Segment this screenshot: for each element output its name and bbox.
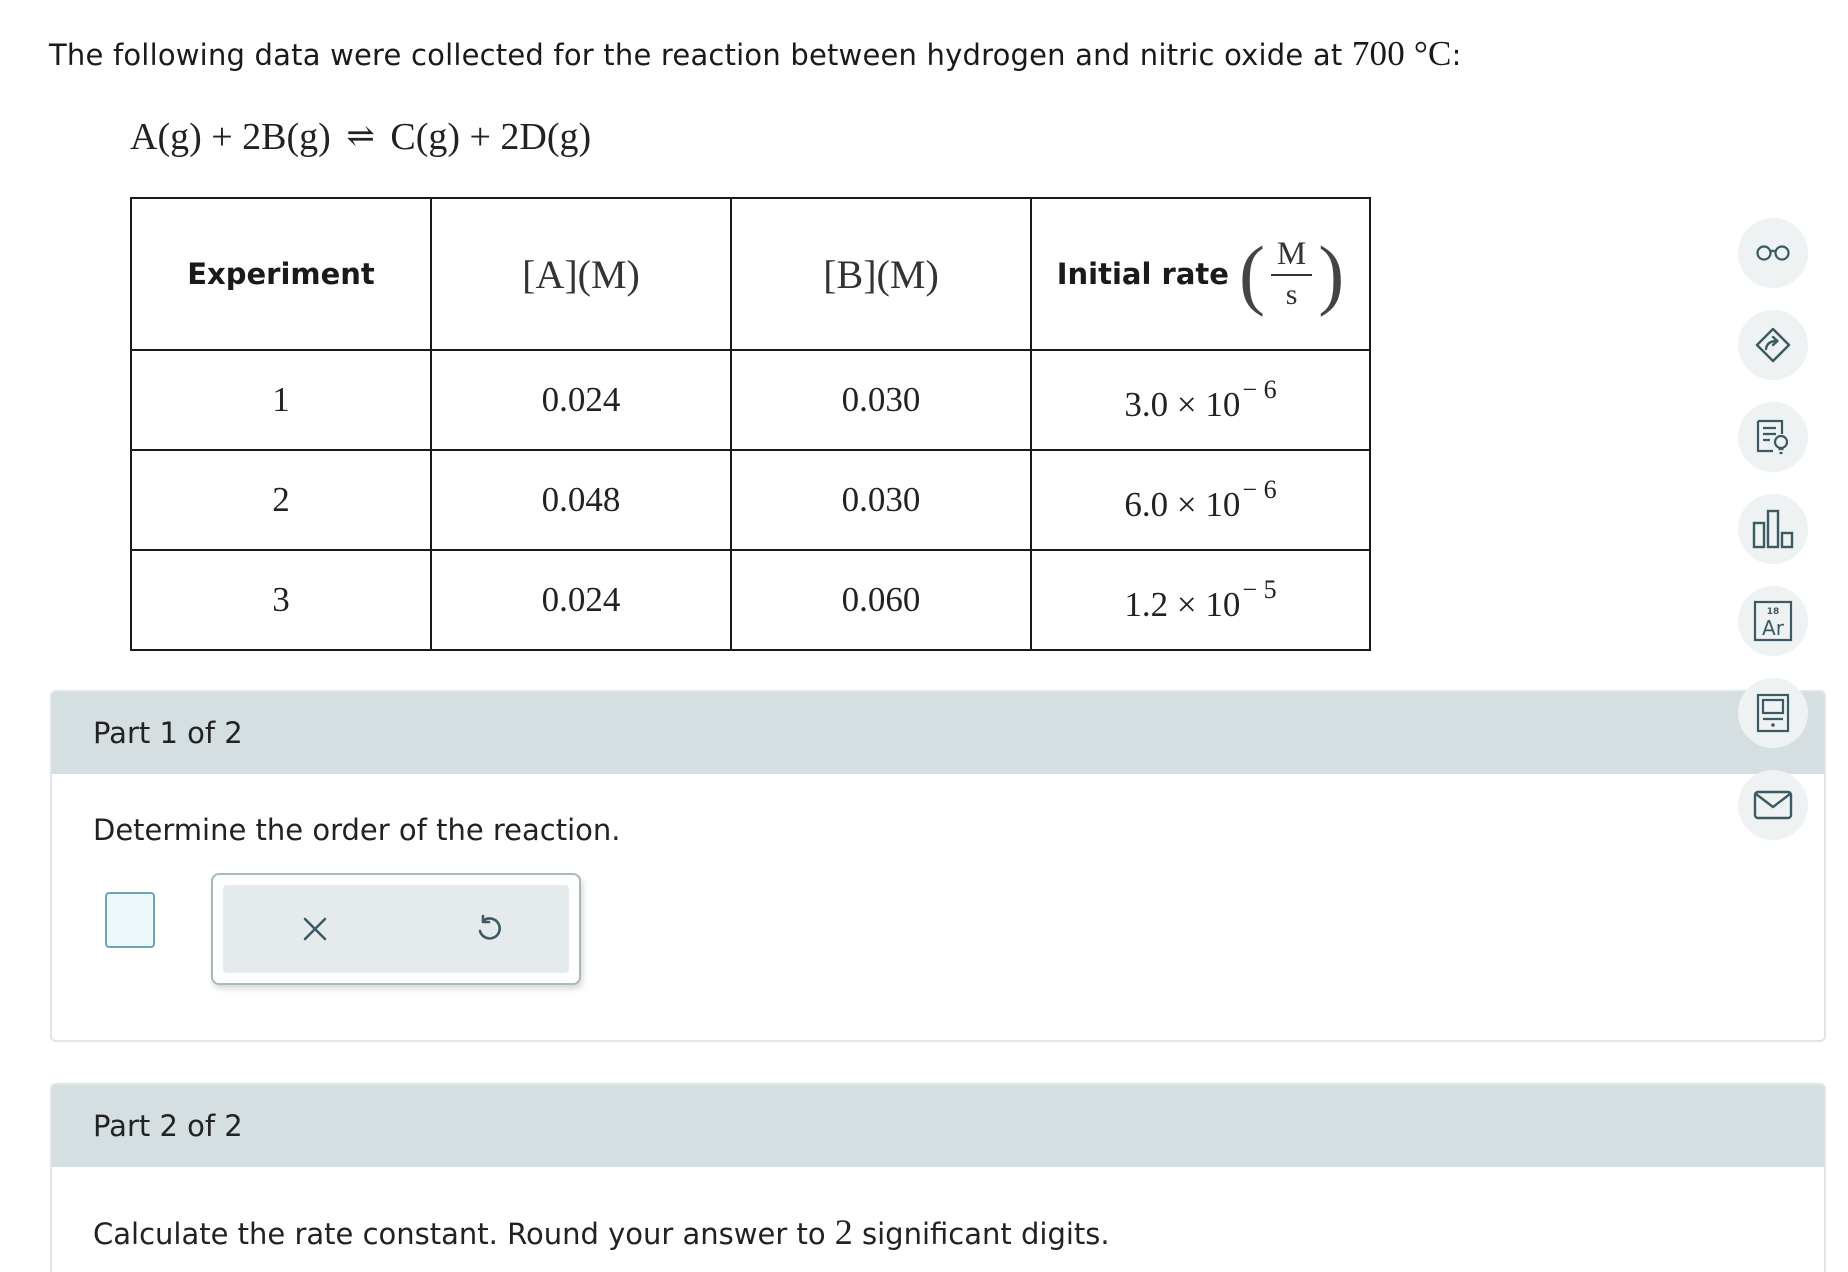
cell-conc-b: 0.060 [730, 549, 1032, 651]
part-2-panel: Part 2 of 2 Calculate the rate constant.… [50, 1083, 1826, 1272]
chart-button[interactable] [1738, 494, 1808, 564]
rate-mantissa: 1.2 × 10 [1124, 585, 1241, 624]
cell-conc-a: 0.024 [430, 349, 732, 451]
rate-unit: ( M s ) [1238, 230, 1345, 317]
rate-mantissa: 3.0 × 10 [1124, 385, 1241, 424]
cell-rate: 6.0 × 10− 6 [1030, 449, 1371, 551]
part-2-header: Part 2 of 2 [52, 1085, 1824, 1167]
cell-experiment: 2 [130, 449, 432, 551]
part-2-question-tail: significant digits. [852, 1217, 1110, 1251]
sidebar-tools: 18 Ar [1738, 218, 1808, 862]
close-icon [303, 917, 327, 941]
calculator-button[interactable] [1738, 678, 1808, 748]
rate-exponent: − 6 [1242, 475, 1277, 504]
rate-unit-denominator: s [1285, 278, 1298, 311]
tag-arrow-icon [1755, 327, 1791, 363]
undo-button[interactable] [467, 907, 511, 951]
equilibrium-arrow: ⇌ [346, 118, 375, 155]
periodic-symbol: Ar [1762, 616, 1785, 640]
reading-glasses-button[interactable] [1738, 218, 1808, 288]
cell-conc-a: 0.048 [430, 449, 732, 551]
notes-button[interactable] [1738, 402, 1808, 472]
undo-icon [478, 914, 501, 940]
sig-digits-value: 2 [834, 1212, 853, 1252]
header-concentration-b: [B](M) [730, 197, 1032, 351]
rate-label: Initial rate [1056, 257, 1229, 291]
periodic-table-icon: 18 Ar [1753, 600, 1793, 642]
part-1-panel: Part 1 of 2 Determine the order of the r… [50, 690, 1826, 1042]
intro-text: The following data were collected for th… [49, 38, 1352, 72]
answer-input-box[interactable] [105, 892, 155, 948]
table-header-row: Experiment [A](M) [B](M) Initial rate ( … [130, 197, 1371, 351]
part-2-question: Calculate the rate constant. Round your … [93, 1211, 1110, 1253]
table-row: 1 0.024 0.030 3.0 × 10− 6 [130, 349, 1371, 451]
notes-lightbulb-icon [1756, 419, 1789, 455]
rate-mantissa: 6.0 × 10 [1124, 485, 1241, 524]
cell-conc-b: 0.030 [730, 449, 1032, 551]
table-row: 3 0.024 0.060 1.2 × 10− 5 [130, 549, 1371, 651]
cell-experiment: 3 [130, 549, 432, 651]
clear-button[interactable] [293, 907, 337, 951]
reaction-equation: A(g) + 2B(g) ⇌ C(g) + 2D(g) [130, 115, 591, 159]
cell-conc-b: 0.030 [730, 349, 1032, 451]
header-initial-rate: Initial rate ( M s ) [1030, 197, 1371, 351]
rate-unit-numerator: M [1270, 234, 1313, 276]
intro-colon: : [1451, 38, 1462, 72]
part-1-question: Determine the order of the reaction. [93, 813, 621, 847]
cell-rate: 1.2 × 10− 5 [1030, 549, 1371, 651]
equation-reactants: A(g) + 2B(g) [130, 116, 331, 158]
cell-experiment: 1 [130, 349, 432, 451]
answer-tools-bar [223, 885, 569, 973]
message-button[interactable] [1738, 770, 1808, 840]
temperature-value: 700 °C [1351, 34, 1452, 73]
cell-rate: 3.0 × 10− 6 [1030, 349, 1371, 451]
answer-tools-card [211, 873, 581, 985]
tag-button[interactable] [1738, 310, 1808, 380]
periodic-table-button[interactable]: 18 Ar [1738, 586, 1808, 656]
table-row: 2 0.048 0.030 6.0 × 10− 6 [130, 449, 1371, 551]
part-2-question-text: Calculate the rate constant. Round your … [93, 1217, 835, 1251]
rate-exponent: − 5 [1242, 575, 1277, 604]
cell-conc-a: 0.024 [430, 549, 732, 651]
rate-exponent: − 6 [1242, 375, 1277, 404]
header-concentration-a: [A](M) [430, 197, 732, 351]
problem-intro: The following data were collected for th… [49, 34, 1462, 74]
kinetics-data-table: Experiment [A](M) [B](M) Initial rate ( … [130, 197, 1371, 651]
part-1-header: Part 1 of 2 [52, 692, 1824, 774]
glasses-icon [1756, 245, 1790, 261]
bar-chart-icon [1752, 509, 1794, 549]
equation-products: C(g) + 2D(g) [390, 116, 592, 158]
calculator-icon [1756, 693, 1790, 733]
header-experiment: Experiment [130, 197, 432, 351]
mail-icon [1753, 790, 1793, 820]
